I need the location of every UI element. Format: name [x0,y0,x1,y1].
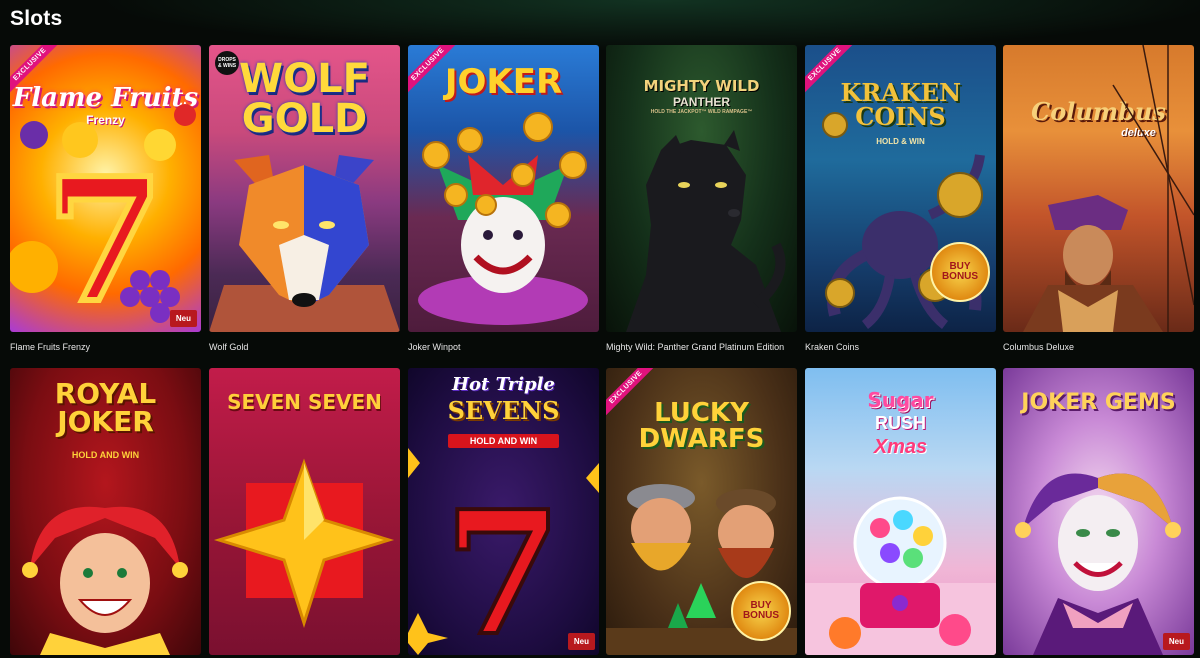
game-name[interactable]: Mighty Wild: Panther Grand Platinum Edit… [606,342,784,352]
new-badge: Neu [567,633,595,650]
svg-text:7: 7 [444,474,562,655]
game-tile[interactable]: Columbus deluxe Columbus Deluxe [1003,45,1194,352]
game-name[interactable]: Columbus Deluxe [1003,342,1074,352]
game-thumbnail[interactable]: JOKER GEMS Neu [1003,368,1194,655]
game-thumbnail[interactable]: SEVEN SEVEN [209,368,400,655]
star-art-icon [213,458,395,628]
game-name[interactable]: Joker Winpot [408,342,461,352]
joker-coins-art-icon [418,112,588,325]
game-tile[interactable]: Flame Fruits Frenzy 7 EXCLUSIVE Neu Flam… [10,45,201,352]
game-thumbnail[interactable]: DROPS & WINS WOLF GOLD [209,45,400,332]
game-thumbnail[interactable]: Sugar RUSH Xmas [805,368,996,655]
game-tile[interactable]: LUCKY DWARFS BUY BONUS EXCLUSIVE [606,368,797,655]
game-thumbnail[interactable]: KRAKEN COINS HOLD & WIN BUY BONUS EXCLUS… [805,45,996,332]
game-tile[interactable]: Hot Triple SEVENS HOLD AND WIN 7 Neu [408,368,599,655]
game-tile[interactable]: MIGHTY WILD PANTHER HOLD THE JACKPOT™ WI… [606,45,797,352]
seven-art-icon: 7 [408,448,599,655]
game-thumbnail[interactable]: ROYAL JOKER HOLD AND WIN [10,368,201,655]
seven-fruits-art-icon: 7 [10,104,196,332]
game-thumbnail[interactable]: MIGHTY WILD PANTHER HOLD THE JACKPOT™ WI… [606,45,797,332]
game-tile[interactable]: ROYAL JOKER HOLD AND WIN [10,368,201,655]
game-name[interactable]: Wolf Gold [209,342,248,352]
game-tile[interactable]: DROPS & WINS WOLF GOLD Wolf Gold [209,45,400,352]
buy-bonus-badge: BUY BONUS [731,581,791,641]
joker-gems-art-icon [1015,473,1181,655]
page-title: Slots [10,7,63,30]
columbus-art-icon [1023,45,1194,332]
game-tile[interactable]: SEVEN SEVEN [209,368,400,655]
game-thumbnail[interactable]: Columbus deluxe [1003,45,1194,332]
candy-machine-art-icon [805,496,996,655]
wolf-art-icon [209,155,400,332]
game-thumbnail[interactable]: LUCKY DWARFS BUY BONUS EXCLUSIVE [606,368,797,655]
game-thumbnail[interactable]: JOKER EXCLUSIVE [408,45,599,332]
game-tile[interactable]: KRAKEN COINS HOLD & WIN BUY BONUS EXCLUS… [805,45,996,352]
new-badge: Neu [169,310,197,327]
game-tile[interactable]: Sugar RUSH Xmas [805,368,996,655]
panther-art-icon [626,130,786,332]
game-name[interactable]: Kraken Coins [805,342,859,352]
game-tile[interactable]: JOKER EXCLUSIVE Joker Winpot [408,45,599,352]
game-name[interactable]: Flame Fruits Frenzy [10,342,90,352]
buy-bonus-badge: BUY BONUS [930,242,990,302]
game-tile[interactable]: JOKER GEMS Neu [1003,368,1194,655]
new-badge: Neu [1162,633,1190,650]
game-thumbnail[interactable]: Hot Triple SEVENS HOLD AND WIN 7 Neu [408,368,599,655]
game-thumbnail[interactable]: Flame Fruits Frenzy 7 EXCLUSIVE Neu [10,45,201,332]
royal-joker-art-icon [22,506,188,655]
